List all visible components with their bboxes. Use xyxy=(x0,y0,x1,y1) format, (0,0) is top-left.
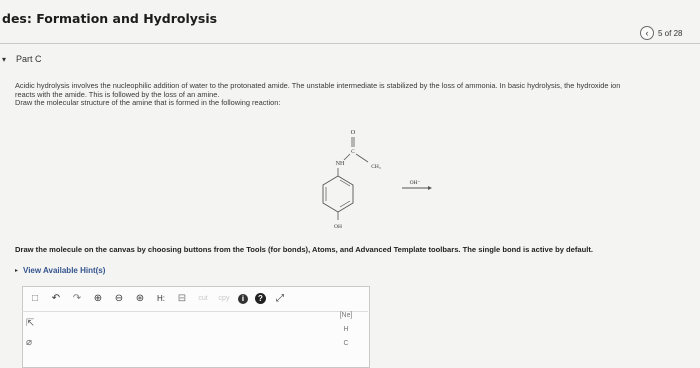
hints-label[interactable]: View Available Hint(s) xyxy=(23,266,105,275)
copy-button[interactable]: cpy xyxy=(217,292,231,306)
undo-icon[interactable]: ↶ xyxy=(49,292,63,306)
ch3-label: CH₃ xyxy=(371,164,381,170)
oh-label: OH xyxy=(334,224,342,230)
ring-double-bond xyxy=(339,179,351,187)
reaction-diagram: O C NH CH₃ OH OH⁻ xyxy=(322,129,432,230)
arrow-head xyxy=(428,186,432,190)
info-icon[interactable]: i xyxy=(238,293,248,304)
atoms-toolbar: [Ne] H C xyxy=(336,312,356,347)
erase-tool-icon[interactable]: ⌀ xyxy=(26,337,46,348)
instructions-text: Draw the molecule on the canvas by choos… xyxy=(15,245,594,254)
benzene-ring xyxy=(322,175,354,213)
cut-button[interactable]: cut xyxy=(196,292,210,306)
zoom-in-icon[interactable]: ⊕ xyxy=(91,292,105,306)
zoom-out-icon[interactable]: ⊖ xyxy=(112,292,126,306)
clean-icon[interactable]: ⊟ xyxy=(175,292,189,306)
canvas-toolbar: □ ↶ ↷ ⊕ ⊖ ⊛ H: ⊟ cut cpy i ? ⤢ xyxy=(22,286,368,312)
collapse-icon[interactable]: ▾ xyxy=(2,55,6,64)
help-icon[interactable]: ? xyxy=(255,293,266,304)
cn-bond xyxy=(343,153,351,161)
question-text: Acidic hydrolysis involves the nucleophi… xyxy=(15,81,695,108)
pagination: ‹ 5 of 28 xyxy=(640,24,682,42)
page-title: des: Formation and Hydrolysis xyxy=(2,11,218,26)
redo-icon[interactable]: ↷ xyxy=(70,292,84,306)
zoom-fit-icon[interactable]: ⊛ xyxy=(133,292,147,306)
part-label[interactable]: Part C xyxy=(16,54,42,64)
atom-h-button[interactable]: H xyxy=(343,326,348,333)
expand-icon: ▸ xyxy=(15,268,19,274)
oxygen-label: O xyxy=(351,129,356,136)
back-icon[interactable]: ‹ xyxy=(640,26,654,40)
reagent-label: OH⁻ xyxy=(410,180,421,186)
fullscreen-icon[interactable]: ⤢ xyxy=(273,292,287,306)
hints-toggle[interactable]: ▸ View Available Hint(s) xyxy=(15,266,105,275)
atom-c-button[interactable]: C xyxy=(343,340,348,347)
nh-label: NH xyxy=(336,161,345,167)
question-line-3: Draw the molecular structure of the amin… xyxy=(15,98,281,108)
select-tool-icon[interactable]: ⇱ xyxy=(26,318,46,329)
page-indicator: 5 of 28 xyxy=(658,28,683,38)
tools-sidebar: ⇱ ⌀ xyxy=(26,318,46,348)
periodic-table-button[interactable]: [Ne] xyxy=(340,312,353,319)
new-document-icon[interactable]: □ xyxy=(28,292,42,306)
carbon-label: C xyxy=(351,149,355,155)
cch3-bond xyxy=(355,153,369,163)
hydrogens-button[interactable]: H: xyxy=(154,292,168,306)
header-divider xyxy=(0,43,700,44)
